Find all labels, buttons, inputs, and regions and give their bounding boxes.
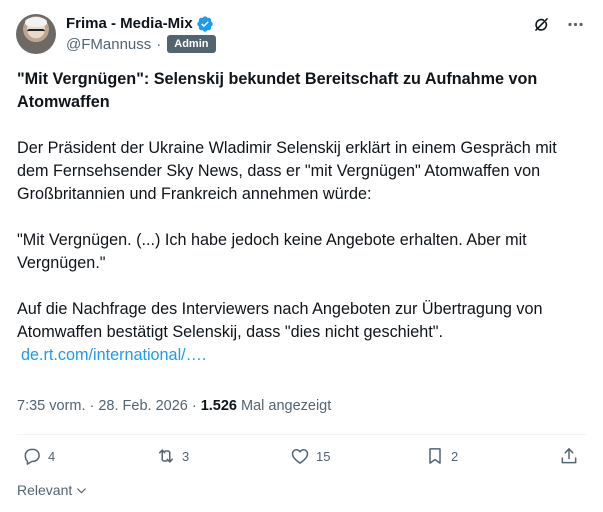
more-icon[interactable] [565,14,585,34]
post-headline: "Mit Vergnügen": Selenskij bekundet Bere… [17,70,538,111]
avatar-glasses [27,29,45,34]
sort-label: Relevant [17,482,73,498]
post-top-actions [531,14,585,34]
repost-button[interactable]: 3 [156,446,189,466]
heart-icon [291,449,309,464]
share-button[interactable] [559,446,579,466]
post-text: "Mit Vergnügen": Selenskij bekundet Bere… [17,68,592,367]
bookmark-count: 2 [451,448,459,464]
avatar[interactable] [16,14,56,54]
like-button[interactable]: 15 [290,446,330,466]
post-meta: 7:35 vorm. · 28. Feb. 2026 · 1.526 Mal a… [17,398,331,414]
post-date[interactable]: 28. Feb. 2026 [98,398,188,414]
grok-icon[interactable] [531,14,551,34]
post-paragraph-3: Auf die Nachfrage des Interviewers nach … [17,300,543,341]
reply-icon [24,448,40,465]
meta-dot: · [89,398,95,414]
repost-icon [159,449,173,463]
post-time[interactable]: 7:35 vorm. [17,398,86,414]
handle-separator: · [156,35,162,53]
admin-badge: Admin [167,35,216,53]
author-handle-row: @FMannuss · Admin [66,34,216,54]
bookmark-icon [429,448,441,464]
sort-replies-dropdown[interactable]: Relevant [17,482,88,498]
meta-dot-2: · [191,398,197,414]
author-display-name[interactable]: Frima - Media-Mix [66,14,193,34]
chevron-down-icon [77,487,87,493]
avatar-hair [25,17,47,27]
action-bar: 4 3 15 2 [0,446,603,472]
views-count: 1.526 [200,398,237,414]
divider [17,434,586,435]
views-label: Mal angezeigt [240,398,332,414]
reply-button[interactable]: 4 [22,446,55,466]
like-count: 15 [316,448,331,464]
verified-badge-icon[interactable] [196,15,214,33]
post-paragraph-1: Der Präsident der Ukraine Wladimir Selen… [17,139,557,203]
share-icon [561,448,577,464]
bookmark-button[interactable]: 2 [425,446,458,466]
post-paragraph-2: "Mit Vergnügen. (...) Ich habe jedoch ke… [17,231,527,272]
post-link[interactable]: de.rt.com/international/…. [21,346,206,364]
author-name-row: Frima - Media-Mix [66,14,214,34]
author-handle[interactable]: @FMannuss [66,36,151,53]
repost-count: 3 [182,448,190,464]
reply-count: 4 [48,448,56,464]
